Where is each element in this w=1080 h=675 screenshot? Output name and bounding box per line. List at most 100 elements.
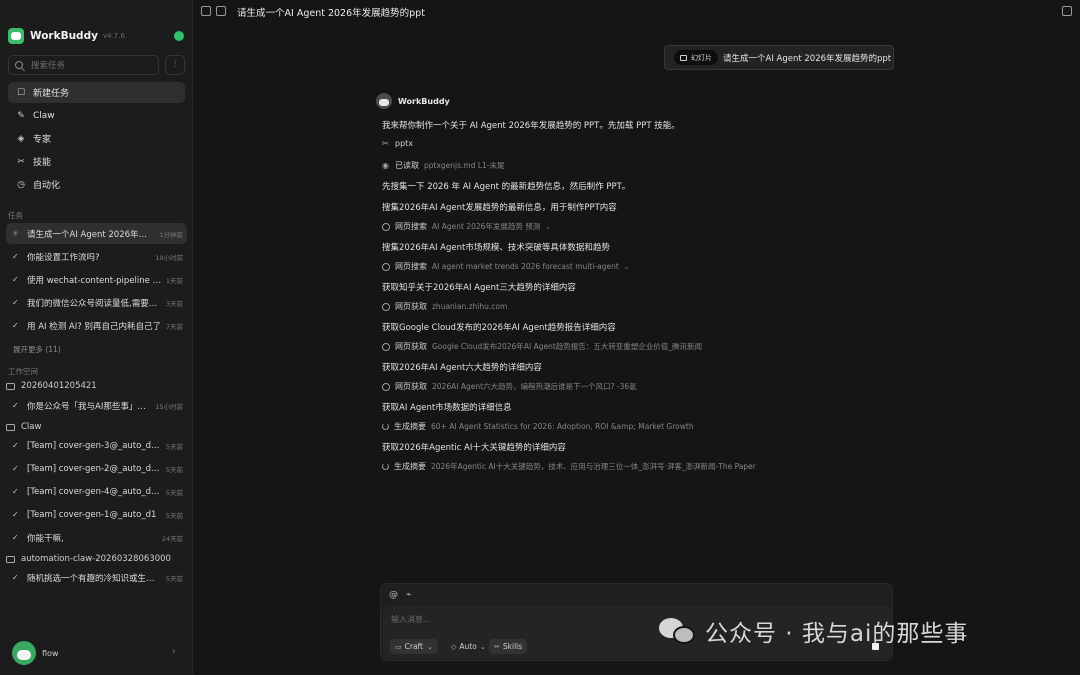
step-detail: 2026年Agentic AI十大关键趋势，技术、应用与治理三位一体_澎湃号·湃… [431, 462, 756, 471]
chevron-right-icon[interactable]: › [172, 647, 176, 657]
new-task-icon[interactable] [216, 6, 226, 16]
web-step[interactable]: 网页获取 zhuanlan.zhihu.com [382, 301, 507, 312]
craft-icon: ▭ [395, 642, 402, 651]
task-item[interactable]: ✓ 用 AI 检测 AI? 别再自己内耗自己了 7天前 [6, 315, 187, 336]
clock-icon: ◷ [17, 179, 25, 190]
nav-claw[interactable]: ✎ Claw [8, 105, 185, 126]
filter-button[interactable]: ⫶ [165, 55, 185, 75]
nav-automation[interactable]: ◷ 自动化 [8, 174, 185, 195]
task-title: 你能设置工作流吗? [27, 252, 100, 263]
conversation-title: 请生成一个AI Agent 2026年发展趋势的ppt [237, 8, 425, 19]
attachment-chip[interactable]: 幻灯片 [674, 50, 718, 65]
nav-new-task[interactable]: ☐ 新建任务 [8, 82, 185, 103]
nav-expert[interactable]: ◈ 专家 [8, 128, 185, 149]
workspace-folder[interactable]: Claw [6, 418, 187, 436]
check-icon: ✓ [12, 533, 19, 542]
task-title: [Team] cover-gen-2@_auto_default [27, 463, 162, 474]
mention-icon[interactable]: @ [389, 590, 398, 600]
assistant-text: 我来帮你制作一个关于 AI Agent 2026年发展趋势的 PPT。先加载 P… [382, 121, 680, 131]
check-icon: ✓ [12, 275, 19, 284]
folder-name: 20260401205421 [21, 381, 97, 391]
online-status-icon[interactable] [174, 31, 184, 41]
sidebar: WorkBuddy v4.7.6 搜索任务 ⫶ ☐ 新建任务 ✎ Claw ◈ … [0, 0, 193, 675]
paperclip-icon[interactable]: ⌁ [406, 590, 411, 600]
web-step[interactable]: 网页获取 Google Cloud发布2026年AI Agent趋势报告：五大转… [382, 341, 702, 352]
task-time: 5天前 [165, 442, 183, 451]
check-icon: ✓ [12, 441, 19, 450]
task-title: [Team] cover-gen-4@_auto_default [27, 486, 162, 497]
step-label: 生成摘要 [394, 422, 426, 431]
check-icon: ✓ [12, 487, 19, 496]
claw-icon: ✎ [17, 110, 25, 121]
step-detail: 60+ AI Agent Statistics for 2026: Adopti… [431, 422, 694, 431]
task-title: 你是公众号「我与AI那些事」的运营助手 [27, 401, 151, 412]
assistant-text: 获取AI Agent市场数据的详细信息 [382, 403, 512, 413]
workspace-folder[interactable]: 20260401205421 [6, 377, 187, 395]
model-auto-dropdown[interactable]: ◇ Auto ⌄ [446, 639, 491, 654]
step-detail: AI agent market trends 2026 forecast mul… [432, 262, 619, 271]
task-item[interactable]: ✓ 我们的微信公众号阅读量低,需要分析 3天前 [6, 292, 187, 313]
task-time: 1分钟前 [159, 230, 183, 239]
task-time: 5天前 [165, 488, 183, 497]
check-icon: ✓ [12, 252, 19, 261]
task-item[interactable]: ✓ 随机挑选一个有趣的冷知识或生活小技巧 5天前 [6, 567, 187, 588]
panel-toggle-icon[interactable] [1062, 6, 1072, 16]
task-item[interactable]: ✓ [Team] cover-gen-3@_auto_default 5天前 [6, 435, 187, 456]
web-step[interactable]: 网页获取 2026AI Agent六大趋势，编程热潮后谁是下一个风口? -36氪 [382, 381, 637, 392]
check-icon: ✓ [12, 573, 19, 582]
skills-icon: ✂ [17, 156, 25, 167]
nav-label: 新建任务 [33, 89, 70, 99]
skill-step[interactable]: ✂ pptx [382, 139, 418, 148]
chevron-down-icon[interactable]: ⌄ [624, 263, 630, 271]
task-title: 用 AI 检测 AI? 别再自己内耗自己了 [27, 321, 161, 332]
watermark-text: 公众号 · 我与ai的那些事 [705, 621, 969, 647]
task-item[interactable]: ✓ 你能干嘛, 24天前 [6, 527, 187, 548]
wechat-logo-icon [659, 616, 697, 646]
avatar [12, 641, 36, 665]
task-item[interactable]: ✓ [Team] cover-gen-1@_auto_d1 5天前 [6, 504, 187, 525]
step-label: 已读取 [395, 161, 419, 170]
web-step[interactable]: 网页搜索 AI Agent 2026年发展趋势 预测 ⌄ [382, 221, 551, 232]
web-step[interactable]: 网页搜索 AI agent market trends 2026 forecas… [382, 261, 630, 272]
globe-icon [382, 302, 390, 311]
task-title: [Team] cover-gen-1@_auto_d1 [27, 509, 157, 520]
composer-toolbar: @ ⌁ [389, 590, 419, 600]
expert-icon: ◈ [17, 133, 25, 144]
new-task-icon: ☐ [16, 87, 26, 98]
skill-icon: ✂ [382, 139, 389, 148]
folder-icon [6, 555, 15, 563]
task-item[interactable]: ✓ [Team] cover-gen-4@_auto_default 5天前 [6, 481, 187, 502]
summary-step[interactable]: 生成摘要 60+ AI Agent Statistics for 2026: A… [382, 421, 694, 432]
globe-icon [382, 262, 390, 271]
chevron-down-icon: ⌄ [479, 642, 486, 651]
assistant-text: 先搜集一下 2026 年 AI Agent 的最新趋势信息，然后制作 PPT。 [382, 182, 631, 192]
task-item[interactable]: ✓ 使用 wechat-content-pipeline 技能 1天前 [6, 269, 187, 290]
sidebar-toggle-icon[interactable] [201, 6, 211, 16]
summary-step[interactable]: 生成摘要 2026年Agentic AI十大关键趋势，技术、应用与治理三位一体_… [382, 461, 756, 472]
search-icon [15, 61, 23, 69]
check-icon: ✓ [12, 321, 19, 330]
user-profile[interactable]: flow [12, 641, 58, 665]
pill-label: Auto [459, 642, 477, 651]
step-detail: pptxgenjs.md L1-末尾 [424, 161, 505, 170]
chip-label: 幻灯片 [691, 53, 712, 62]
task-title: 你能干嘛, [27, 533, 64, 544]
search-input[interactable]: 搜索任务 [8, 55, 159, 75]
step-label: pptx [395, 139, 414, 148]
task-item[interactable]: ✓ [Team] cover-gen-2@_auto_default 5天前 [6, 458, 187, 479]
chevron-down-icon[interactable]: ⌄ [545, 223, 551, 231]
expand-more-link[interactable]: 展开更多 (11) [13, 344, 61, 355]
check-icon: ✓ [12, 298, 19, 307]
mode-craft-dropdown[interactable]: ▭ Craft ⌄ [390, 639, 438, 654]
assistant-text: 搜集2026年AI Agent发展趋势的最新信息，用于制作PPT内容 [382, 203, 617, 213]
nav-label: 专家 [33, 135, 52, 145]
task-item[interactable]: ✓ 你是公众号「我与AI那些事」的运营助手 15小时前 [6, 395, 187, 416]
workspace-folder[interactable]: automation-claw-20260328063000 [6, 550, 187, 568]
task-time: 19小时前 [155, 253, 183, 262]
task-item[interactable]: ✳ 请生成一个AI Agent 2026年发展趋势的ppt 1分钟前 [6, 223, 187, 244]
step-label: 网页获取 [395, 382, 427, 391]
nav-skills[interactable]: ✂ 技能 [8, 151, 185, 172]
task-item[interactable]: ✓ 你能设置工作流吗? 19小时前 [6, 246, 187, 267]
skills-button[interactable]: ✂ Skills [489, 639, 528, 654]
read-step[interactable]: ◉ 已读取 pptxgenjs.md L1-末尾 [382, 160, 505, 171]
